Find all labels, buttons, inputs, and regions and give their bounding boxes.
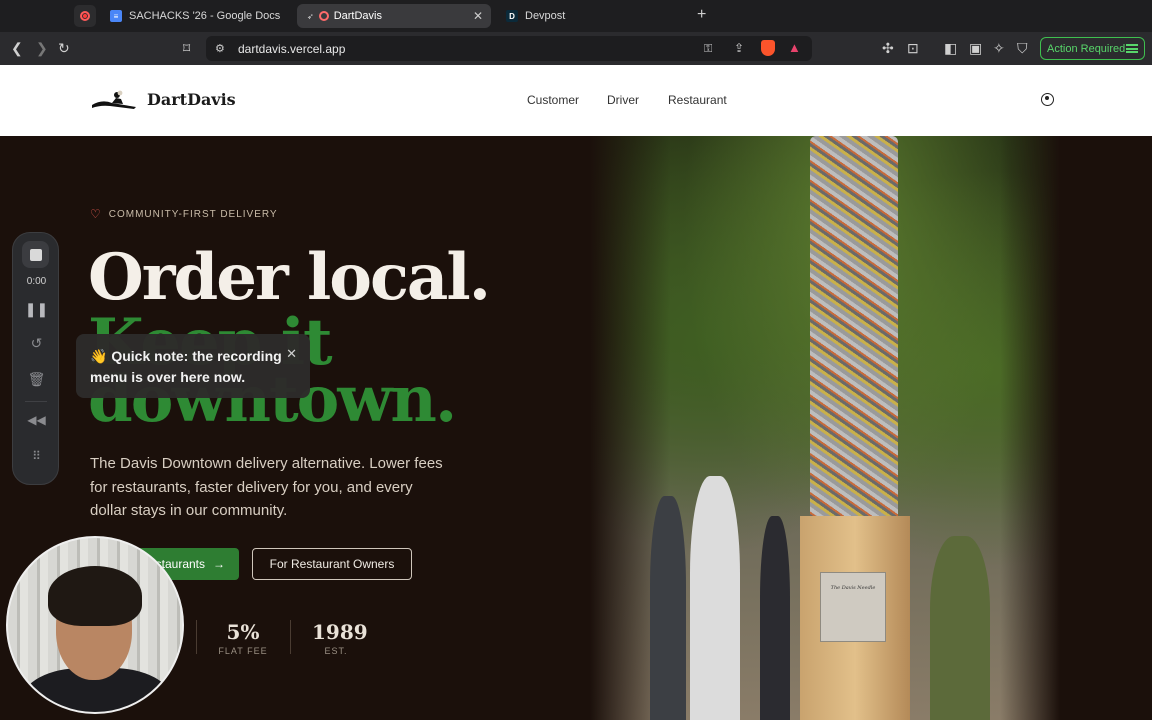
brave-rewards-icon[interactable]: ▲ — [788, 40, 801, 56]
pause-icon[interactable]: ❚❚ — [13, 301, 60, 318]
photo-person — [690, 476, 740, 720]
tab-devpost[interactable]: D Devpost — [500, 4, 680, 28]
drag-handle-icon[interactable]: ⠿ — [13, 449, 60, 463]
nav-driver[interactable]: Driver — [607, 93, 639, 107]
forward-icon[interactable]: ❯ — [36, 40, 48, 56]
trash-icon[interactable]: 🗑 — [13, 371, 60, 388]
close-icon[interactable]: ✕ — [286, 343, 297, 364]
tab-label: SACHACKS '26 - Google Docs — [129, 10, 281, 22]
nav-restaurant[interactable]: Restaurant — [668, 93, 727, 107]
vpn-shield-icon[interactable]: ⛉ — [1017, 40, 1028, 56]
dartdavis-favicon: ➶ — [307, 11, 314, 21]
site-settings-icon[interactable]: ⚙ — [215, 41, 225, 57]
leo-ai-icon[interactable]: ✧ — [993, 40, 1005, 56]
close-tab-icon[interactable]: ✕ — [473, 9, 483, 23]
tab-strip: ≡ SACHACKS '26 - Google Docs ➶ DartDavis… — [0, 0, 1152, 32]
dartdavis-logo-icon[interactable] — [90, 89, 138, 111]
record-icon — [80, 11, 90, 21]
restart-icon[interactable]: ↺ — [13, 335, 60, 352]
tab-google-docs[interactable]: ≡ SACHACKS '26 - Google Docs — [103, 4, 288, 28]
nav-customer[interactable]: Customer — [527, 93, 579, 107]
back-icon[interactable]: ❮ — [11, 40, 23, 56]
url-text: dartdavis.vercel.app — [238, 42, 346, 56]
browser-toolbar: ❮ ❯ ↻ ⌑ ⚙ dartdavis.vercel.app ⚿ ⇪ ▲ ✣ ⊡… — [0, 32, 1152, 65]
recording-tab[interactable] — [74, 5, 96, 27]
webcam-person-hair — [48, 566, 142, 626]
recording-timer: 0:00 — [26, 276, 47, 287]
share-icon[interactable]: ⇪ — [734, 40, 744, 56]
screenshot-icon[interactable]: ⊡ — [907, 40, 919, 56]
key-icon[interactable]: ⚿ — [704, 41, 712, 57]
recording-control-panel: 0:00 ❚❚ ↺ 🗑 ◀◀ ⠿ — [12, 232, 59, 485]
sidebar-icon[interactable]: ◧ — [944, 40, 957, 56]
address-bar[interactable]: ⚙ dartdavis.vercel.app ⚿ ⇪ ▲ — [206, 36, 812, 61]
photo-person — [930, 536, 990, 720]
record-indicator-icon — [318, 11, 329, 21]
sculpture-plaque: The Davis Needle — [820, 572, 886, 642]
tab-dartdavis[interactable]: ➶ DartDavis ✕ — [297, 4, 491, 28]
extensions-icon[interactable]: ✣ — [882, 40, 894, 56]
davis-needle-sculpture — [810, 136, 898, 526]
brave-shields-icon[interactable] — [761, 40, 775, 56]
webcam-bubble[interactable] — [6, 536, 184, 714]
bookmark-icon[interactable]: ⌑ — [183, 40, 190, 56]
photo-person — [760, 516, 790, 720]
reload-icon[interactable]: ↻ — [58, 40, 70, 56]
google-docs-icon: ≡ — [110, 10, 122, 22]
rewind-icon[interactable]: ◀◀ — [13, 413, 60, 427]
user-account-icon[interactable] — [1041, 93, 1054, 106]
site-header: DartDavis Customer Driver Restaurant — [0, 65, 1152, 136]
menu-icon — [1126, 44, 1138, 53]
tab-label: DartDavis — [333, 10, 382, 22]
action-required-button[interactable]: Action Required — [1040, 37, 1145, 60]
wallet-icon[interactable]: ▣ — [969, 40, 982, 56]
divider — [25, 401, 47, 402]
brand-name[interactable]: DartDavis — [147, 90, 236, 109]
stop-icon — [29, 248, 42, 261]
devpost-icon: D — [506, 10, 518, 22]
toast-message: 👋 Quick note: the recording menu is over… — [90, 348, 282, 385]
stop-recording-button[interactable] — [22, 241, 49, 268]
recording-tip-toast: 👋 Quick note: the recording menu is over… — [76, 334, 310, 398]
photo-person — [650, 496, 686, 720]
action-required-label: Action Required — [1047, 42, 1126, 55]
tab-label: Devpost — [525, 10, 566, 22]
new-tab-button[interactable]: + — [697, 6, 706, 24]
